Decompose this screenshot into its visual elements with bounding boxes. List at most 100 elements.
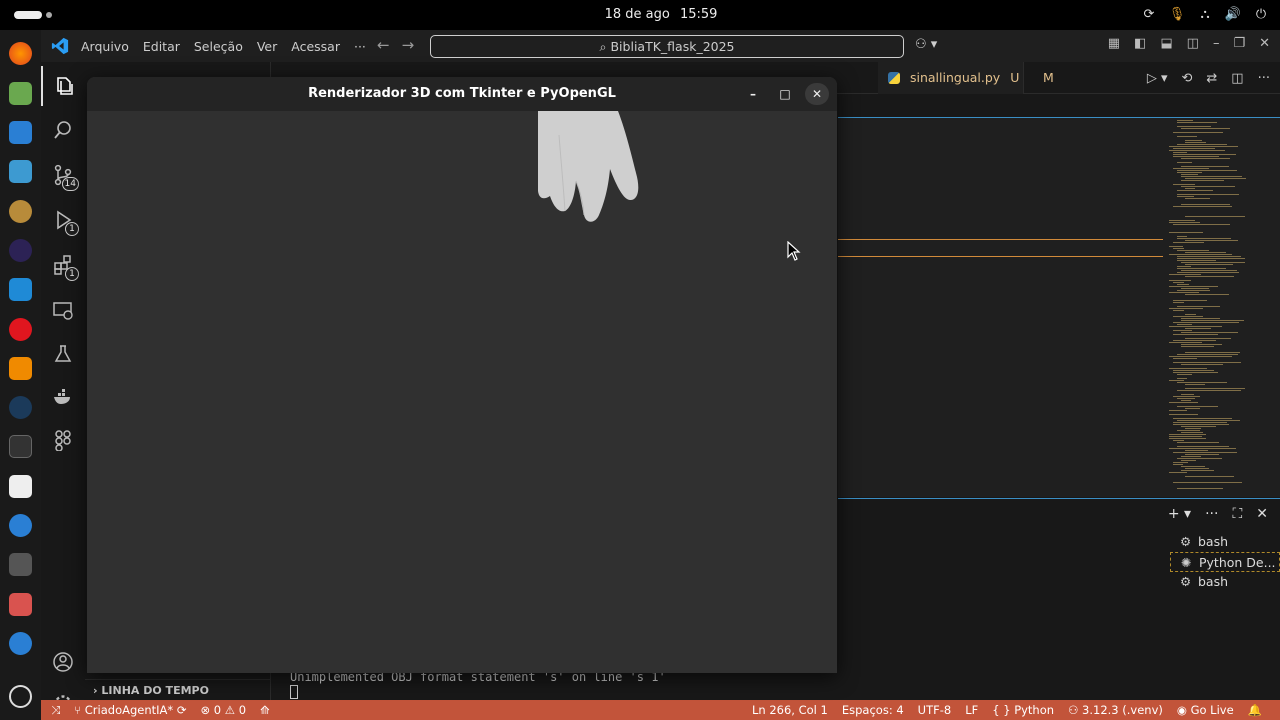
minimize-icon[interactable]: – [1213,36,1220,51]
eclipse-icon[interactable] [9,239,32,262]
menu-editar[interactable]: Editar [143,39,180,54]
menu-more[interactable]: ··· [354,39,366,54]
run-file-icon[interactable]: ▷ ▾ [1147,71,1168,86]
toggle-panel-icon[interactable]: ⬓ [1160,36,1172,51]
remote-icon[interactable]: ⤨ [51,700,60,720]
account-icon[interactable] [41,642,85,682]
terminal-item[interactable]: ⚙ bash [1170,532,1280,552]
customize-layout-icon[interactable]: ▦ [1108,36,1120,51]
close-icon[interactable]: ✕ [805,83,829,105]
network-icon[interactable]: ⛬ [1196,5,1214,23]
minimize-icon[interactable]: – [741,83,765,105]
files-icon[interactable] [9,82,32,105]
minimap-line [1177,390,1241,391]
run-debug-icon[interactable]: 1 [41,200,85,240]
split-editor-icon[interactable]: ◫ [1231,71,1243,86]
testing-icon[interactable] [41,334,85,374]
remote-explorer-icon[interactable] [41,290,85,330]
minimap-line [1169,380,1184,381]
writer-icon[interactable] [9,121,32,144]
menu-acessar[interactable]: Acessar [291,39,340,54]
minimap[interactable] [1169,118,1269,496]
tab-sinallingual[interactable]: sinallingual.py U [878,62,1024,94]
inkscape-icon[interactable] [9,553,32,576]
indentation[interactable]: Espaços: 4 [842,700,904,720]
impress-icon[interactable] [9,593,32,616]
terminal-item[interactable]: ⚙ bash [1170,572,1280,592]
extensions-icon[interactable]: 1 [41,245,85,285]
encoding[interactable]: UTF-8 [918,700,952,720]
more-actions-icon[interactable]: ··· [1258,71,1270,86]
steam-icon[interactable] [9,396,32,419]
text-editor-icon[interactable] [9,475,32,498]
bluetooth-icon[interactable] [9,632,32,655]
minimap-line [1181,158,1230,159]
forward-arrow-icon[interactable]: → [402,36,415,54]
terminal-icon[interactable] [9,435,32,458]
maximize-icon[interactable]: □ [773,83,797,105]
minimap-line [1173,372,1218,373]
graph-icon[interactable] [41,420,85,460]
clock[interactable]: 18 de ago 15:59 [0,7,1280,22]
minimap-line [1173,132,1223,133]
compare-changes-icon[interactable]: ⇄ [1206,71,1217,86]
search-icon[interactable] [41,110,85,150]
timeline-section[interactable]: › LINHA DO TEMPO [85,679,271,700]
command-center[interactable]: ⌕ BibliaTK_flask_2025 [430,35,904,58]
copilot-icon[interactable]: ⚇ ▾ [915,37,937,52]
menu-arquivo[interactable]: Arquivo [81,39,129,54]
show-apps-icon[interactable] [9,685,32,708]
opera-icon[interactable] [9,318,32,341]
language-mode[interactable]: { } Python [992,700,1054,720]
source-control-icon[interactable]: 14 [41,155,85,195]
status-bar: ⤨ ⑂ CriadoAgentIA* ⟳ ⊗ 0 ⚠ 0 ⟰ Ln 266, C… [41,700,1280,720]
tk-titlebar[interactable]: Renderizador 3D com Tkinter e PyOpenGL –… [87,77,837,111]
power-icon[interactable]: ⏻ [1252,5,1270,23]
minimap-line [1185,240,1238,241]
toggle-sidebar-icon[interactable]: ◧ [1134,36,1146,51]
opengl-canvas[interactable] [87,111,837,673]
minimap-line [1185,454,1219,455]
explorer-icon[interactable] [41,66,85,106]
minimap-line [1185,314,1196,315]
vlc-icon[interactable] [9,357,32,380]
microphone-icon[interactable]: 🎙 [1168,5,1186,23]
notifications-icon[interactable]: 🔔 [1248,700,1262,720]
menu-ver[interactable]: Ver [257,39,277,54]
vscode-icon[interactable] [9,278,32,301]
tab-sinallingual-label: sinallingual.py [909,70,1001,85]
update-icon[interactable]: ⟳ [1140,5,1158,23]
tab-modified[interactable]: M [1043,62,1054,94]
error-icon: ⊗ [200,703,211,717]
status-right: Ln 266, Col 1 Espaços: 4 UTF-8 LF { } Py… [752,700,1262,720]
timeline-history-icon[interactable]: ⟲ [1181,71,1192,86]
terminal-item[interactable]: ✺ Python De... [1170,552,1280,572]
go-live[interactable]: ◉ Go Live [1177,700,1234,720]
end-of-line[interactable]: LF [965,700,978,720]
menu-selecao[interactable]: Seleção [194,39,243,54]
command-center-label: BibliaTK_flask_2025 [610,39,735,54]
terminal-item-label: bash [1197,574,1229,589]
minimap-line [1177,458,1222,459]
debug-icon: ✺ [1181,555,1192,570]
toggle-secondary-sidebar-icon[interactable]: ◫ [1187,36,1199,51]
docker-icon[interactable] [41,377,85,417]
interpreter[interactable]: ⚇ 3.12.3 (.venv) [1068,700,1163,720]
back-arrow-icon[interactable]: ← [377,36,390,54]
restore-icon[interactable]: ❐ [1233,36,1245,51]
volume-icon[interactable]: 🔊 [1224,5,1242,23]
problems-status[interactable]: ⊗ 0 ⚠ 0 [200,700,246,720]
new-terminal-icon[interactable]: + ▾ [1168,506,1191,522]
gimp-icon[interactable] [9,200,32,223]
help-icon[interactable] [9,514,32,537]
firefox-icon[interactable] [9,42,32,65]
close-panel-icon[interactable]: ✕ [1256,506,1268,522]
panel-more-icon[interactable]: ··· [1205,506,1218,522]
calc-icon[interactable] [9,160,32,183]
port-forward-icon[interactable]: ⟰ [260,700,270,720]
close-icon[interactable]: ✕ [1259,36,1270,51]
maximize-panel-icon[interactable]: ⛶ [1232,506,1242,522]
minimap-line [1177,238,1231,239]
branch-status[interactable]: ⑂ CriadoAgentIA* ⟳ [74,700,186,720]
cursor-position[interactable]: Ln 266, Col 1 [752,700,828,720]
